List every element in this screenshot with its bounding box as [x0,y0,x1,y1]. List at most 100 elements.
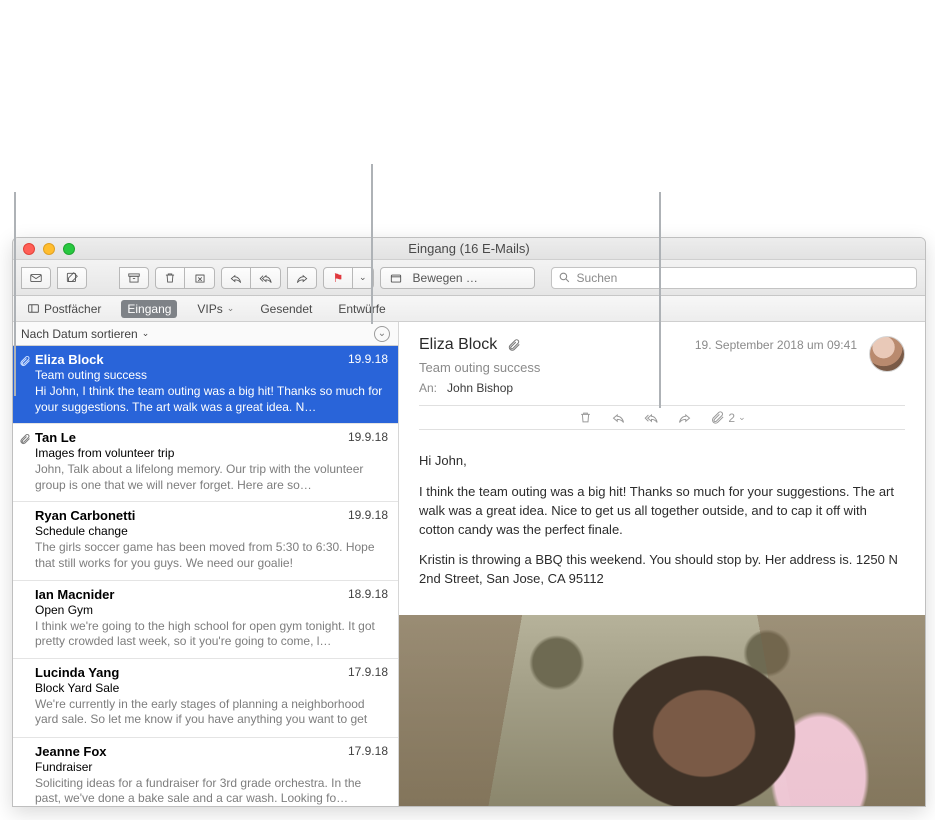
envelope-icon [29,271,43,285]
message-sender: Ian Macnider [35,587,114,602]
search-field[interactable]: Suchen [551,267,917,289]
titlebar: Eingang (16 E-Mails) [13,238,925,260]
chevron-down-icon: ⌄ [378,328,386,339]
archive-button[interactable] [119,267,149,289]
forward-icon [677,410,692,425]
forward-button[interactable] [287,267,317,289]
message-subject: Open Gym [35,603,388,617]
pv-delete-button[interactable] [578,410,593,425]
body-split: Nach Datum sortieren ⌄ ⌄ Eliza Block 19.9… [13,322,925,806]
pv-attachments-button[interactable]: 2 ⌄ [710,410,745,425]
preview-to-value: John Bishop [447,381,513,395]
message-date: 19.9.18 [348,430,388,445]
sidebar-icon [27,302,40,315]
body-paragraph: I think the team outing was a big hit! T… [419,483,905,540]
fav-inbox-label: Eingang [127,302,171,316]
fav-vips[interactable]: VIPs ⌄ [191,300,240,318]
fav-vips-label: VIPs [197,302,222,316]
message-date: 17.9.18 [348,744,388,759]
message-preview: The girls soccer game has been moved fro… [35,540,388,571]
message-list: Eliza Block19.9.18Team outing successHi … [13,346,398,806]
message-row[interactable]: Ryan Carbonetti 19.9.18Schedule change The… [13,502,398,580]
reply-all-icon [644,410,659,425]
message-preview: We're currently in the early stages of p… [35,697,388,729]
message-subject: Fundraiser [35,760,388,774]
get-mail-button[interactable] [21,267,51,289]
preview-date: 19. September 2018 um 09:41 [695,338,857,352]
fav-drafts-label: Entwürfe [338,302,385,316]
flag-icon: ⚑ [333,271,344,285]
trash-icon [578,410,593,425]
chevron-down-icon: ⌄ [738,412,746,423]
message-list-pane: Nach Datum sortieren ⌄ ⌄ Eliza Block 19.9… [13,322,399,806]
message-subject: Schedule change [35,524,388,538]
message-subject: Team outing success [35,368,388,382]
sort-label: Nach Datum sortieren [21,327,138,341]
mail-window: Eingang (16 E-Mails) [12,237,926,807]
pv-reply-all-button[interactable] [644,410,659,425]
chevron-down-icon: ⌄ [359,272,367,283]
body-paragraph: Hi John, [419,452,905,471]
search-icon [558,271,571,284]
fav-drafts[interactable]: Entwürfe [332,300,391,318]
toolbar: ⚑ ⌄ Bewegen … Suchen [13,260,925,296]
move-icon [389,271,403,285]
fav-sent[interactable]: Gesendet [254,300,318,318]
attachment-icon [19,355,31,367]
message-row[interactable]: Ian Macnider 18.9.18Open Gym I think we're… [13,581,398,659]
move-button[interactable]: Bewegen … [380,267,535,289]
no-icon [19,590,31,602]
pv-reply-button[interactable] [611,410,626,425]
message-date: 17.9.18 [348,665,388,680]
no-icon [19,668,31,680]
no-icon [19,747,31,759]
archive-icon [127,271,141,285]
flag-button[interactable]: ⚑ [323,267,353,289]
message-subject: Images from volunteer trip [35,446,388,460]
reply-icon [611,410,626,425]
paperclip-icon [507,338,521,352]
no-icon [19,511,31,523]
message-preview: Hi John, I think the team outing was a b… [35,384,388,415]
message-preview: John, Talk about a lifelong memory. Our … [35,462,388,493]
preview-body: Hi John, I think the team outing was a b… [399,438,925,615]
message-date: 19.9.18 [348,352,388,367]
message-sender: Eliza Block [35,352,104,367]
preview-header: Eliza Block Team outing success An: John… [399,322,925,438]
attachment-icon [19,433,31,445]
reply-all-button[interactable] [251,267,281,289]
preview-to-label: An: [419,381,437,395]
message-date: 18.9.18 [348,587,388,602]
reply-button[interactable] [221,267,251,289]
reply-all-icon [259,271,273,285]
sort-row[interactable]: Nach Datum sortieren ⌄ ⌄ [13,322,398,346]
pv-forward-button[interactable] [677,410,692,425]
avatar [869,336,905,372]
message-preview: I think we're going to the high school f… [35,619,388,650]
trash-icon [163,271,177,285]
compose-button[interactable] [57,267,87,289]
message-row[interactable]: Tan Le19.9.18Images from volunteer tripJ… [13,424,398,502]
message-subject: Block Yard Sale [35,681,388,695]
chevron-down-icon: ⌄ [142,328,150,339]
favorites-bar: Postfächer Eingang VIPs ⌄ Gesendet Entwü… [13,296,925,322]
message-row[interactable]: Eliza Block 19.9.18Team outing success Hi … [13,346,398,424]
paperclip-icon [710,410,725,425]
reply-icon [229,271,243,285]
search-placeholder: Suchen [577,271,618,285]
message-sender: Ryan Carbonetti [35,508,135,523]
forward-icon [295,271,309,285]
preview-image [399,615,925,806]
preview-action-bar: 2 ⌄ [419,405,905,430]
message-date: 19.9.18 [348,508,388,523]
junk-button[interactable] [185,267,215,289]
chevron-down-icon: ⌄ [227,303,235,314]
message-preview: Soliciting ideas for a fundraiser for 3r… [35,776,388,806]
fav-mailboxes[interactable]: Postfächer [21,300,107,318]
fav-inbox[interactable]: Eingang [121,300,177,318]
delete-button[interactable] [155,267,185,289]
message-row[interactable]: Jeanne Fox17.9.18FundraiserSoliciting id… [13,738,398,806]
message-row[interactable]: Lucinda Yang 17.9.18Block Yard Sale We're … [13,659,398,738]
filter-button[interactable]: ⌄ [374,326,390,342]
message-sender: Lucinda Yang [35,665,119,680]
